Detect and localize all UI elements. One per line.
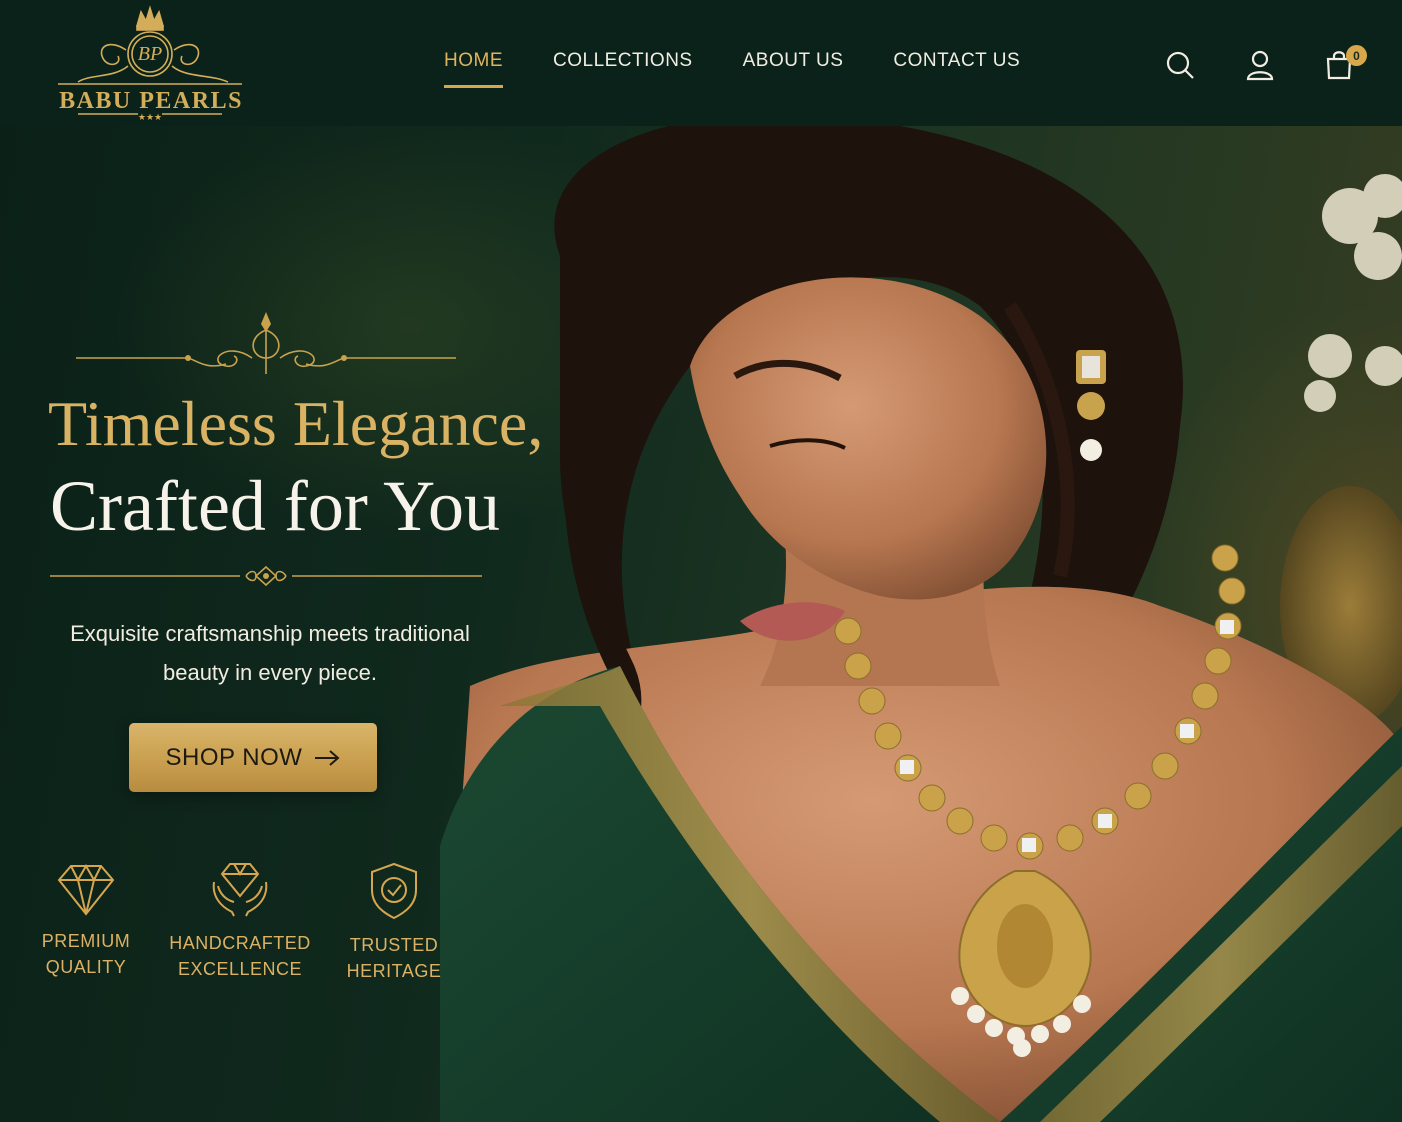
diamond-icon	[57, 863, 115, 916]
feature-handcrafted-excellence: HANDCRAFTED EXCELLENCE	[160, 862, 320, 982]
feature-label: HANDCRAFTED EXCELLENCE	[169, 933, 311, 979]
arrow-right-icon	[315, 749, 340, 766]
feature-trusted-heritage: TRUSTED HERITAGE	[314, 862, 474, 984]
feature-label: PREMIUM QUALITY	[41, 931, 131, 977]
brand-logo[interactable]: BP ★★★ BABU PEARLS	[38, 4, 263, 122]
hero-headline-line1: Timeless Elegance,	[48, 388, 544, 459]
nav-collections[interactable]: COLLECTIONS	[553, 50, 693, 90]
feature-label: TRUSTED HERITAGE	[346, 935, 442, 981]
cart-count-badge: 0	[1346, 45, 1367, 66]
nav-home[interactable]: HOME	[444, 50, 503, 90]
ornament-divider-middle	[50, 565, 482, 587]
feature-premium-quality: PREMIUM QUALITY	[6, 862, 166, 980]
hands-diamond-icon	[212, 863, 268, 917]
ornament-divider-top	[76, 312, 456, 374]
site-header: BP ★★★ BABU PEARLS HOME COLLECTIONS ABOU…	[0, 0, 1402, 126]
nav-contact-us[interactable]: CONTACT US	[893, 50, 1020, 90]
brand-name: BABU PEARLS	[59, 88, 243, 114]
hero-banner: Timeless Elegance, Crafted for You Exqui…	[0, 126, 1402, 1122]
search-icon[interactable]	[1163, 48, 1197, 82]
user-account-icon[interactable]	[1243, 48, 1277, 82]
nav-about-us[interactable]: ABOUT US	[743, 50, 844, 90]
shield-check-icon	[371, 862, 417, 920]
shop-now-label: SHOP NOW	[165, 743, 303, 771]
hero-headline-line2: Crafted for You	[50, 466, 500, 546]
svg-text:BP: BP	[138, 43, 162, 65]
hero-subtext: Exquisite craftsmanship meets traditiona…	[70, 621, 470, 685]
shop-now-button[interactable]: SHOP NOW	[129, 723, 377, 792]
main-nav: HOME COLLECTIONS ABOUT US CONTACT US	[444, 50, 1020, 90]
